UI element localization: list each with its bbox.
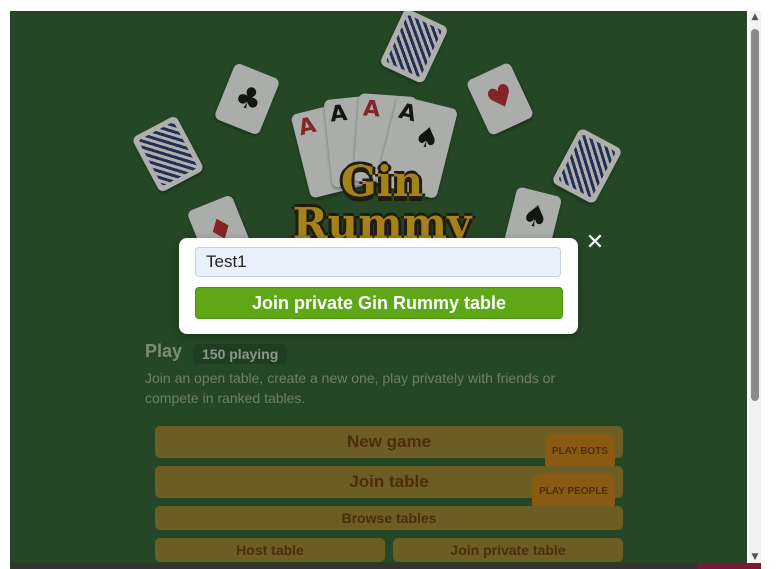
bottom-bar bbox=[10, 563, 747, 569]
join-table-button[interactable]: Join table PLAY PEOPLE bbox=[155, 466, 623, 510]
scroll-up-icon[interactable]: ▲ bbox=[749, 11, 761, 23]
play-title: Play bbox=[145, 341, 183, 361]
bottom-accent bbox=[697, 563, 761, 569]
play-bots-badge: PLAY BOTS bbox=[544, 434, 615, 470]
host-table-button[interactable]: Host table bbox=[155, 538, 385, 562]
join-private-table-label: Join private table bbox=[450, 542, 566, 558]
scroll-down-icon[interactable]: ▼ bbox=[749, 551, 761, 563]
join-private-modal: Join private Gin Rummy table bbox=[179, 238, 578, 334]
browse-tables-button[interactable]: Browse tables bbox=[155, 506, 623, 530]
host-table-label: Host table bbox=[236, 542, 304, 558]
table-code-input[interactable] bbox=[195, 247, 561, 277]
vertical-scrollbar[interactable]: ▲ ▼ bbox=[749, 11, 761, 563]
scroll-thumb[interactable] bbox=[751, 29, 759, 401]
browse-tables-label: Browse tables bbox=[341, 510, 437, 526]
join-private-table-button[interactable]: Join private table bbox=[393, 538, 623, 562]
play-people-badge: PLAY PEOPLE bbox=[532, 474, 615, 510]
players-count-badge: 150 playing bbox=[193, 344, 288, 364]
close-icon[interactable]: ✕ bbox=[584, 232, 606, 254]
play-description: Join an open table, create a new one, pl… bbox=[145, 370, 556, 406]
new-game-button[interactable]: New game PLAY BOTS bbox=[155, 426, 623, 470]
join-private-gin-rummy-button[interactable]: Join private Gin Rummy table bbox=[195, 287, 563, 319]
